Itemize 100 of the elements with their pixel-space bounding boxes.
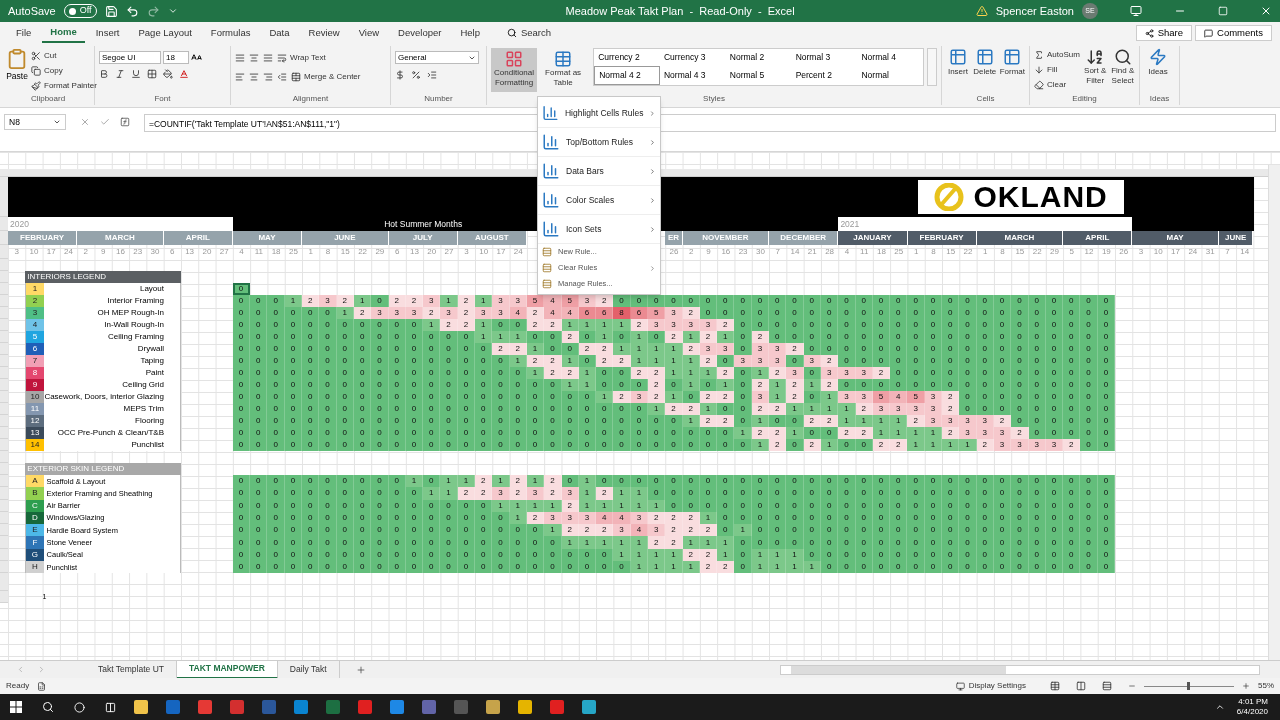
align-left-icon[interactable]	[235, 71, 245, 82]
editing-item[interactable]: Fill	[1034, 63, 1080, 76]
horizontal-scrollbar[interactable]	[780, 664, 1260, 675]
enter-icon[interactable]	[100, 117, 110, 127]
clipboard-item[interactable]: Copy	[31, 64, 97, 77]
cell-style[interactable]: Currency 3	[659, 49, 726, 66]
ribbon-tab[interactable]: Formulas	[202, 23, 259, 43]
align-bottom-icon[interactable]	[263, 52, 273, 63]
cells-button[interactable]: Delete	[972, 48, 997, 78]
ideas-button[interactable]: Ideas	[1144, 48, 1172, 78]
comments-button[interactable]: Comments	[1195, 25, 1272, 41]
cell-style[interactable]: Normal 4 3	[659, 66, 726, 85]
merge-button[interactable]: Merge & Center	[291, 70, 361, 83]
decimal-icon[interactable]	[427, 70, 437, 80]
cell-style[interactable]: Normal 5	[725, 66, 792, 85]
taskbar-app-icon[interactable]	[518, 700, 532, 714]
border-icon[interactable]	[147, 69, 157, 79]
name-box[interactable]: N8	[4, 114, 66, 130]
cell-style[interactable]: Normal 4	[857, 49, 924, 66]
vertical-scrollbar[interactable]	[1268, 165, 1280, 660]
editing-item[interactable]: AutoSum	[1034, 48, 1080, 61]
ribbon-tab[interactable]: Review	[300, 23, 348, 43]
currency-icon[interactable]	[395, 70, 405, 80]
font-size-icon[interactable]	[191, 52, 202, 63]
wrap-text-button[interactable]: Wrap Text	[277, 51, 326, 64]
style-button[interactable]: Format as Table	[540, 48, 587, 92]
font-size-field[interactable]: 18	[163, 51, 189, 64]
heatmap-cell: 0	[838, 355, 856, 367]
ribbon-display-icon[interactable]	[1130, 5, 1142, 17]
font-color-icon[interactable]	[179, 69, 189, 79]
restore-icon[interactable]	[1218, 6, 1228, 16]
clipboard-item[interactable]: Cut	[31, 49, 97, 62]
cell-style[interactable]: Normal	[857, 66, 924, 85]
italic-icon[interactable]	[115, 69, 125, 79]
ribbon-tab[interactable]: Insert	[87, 23, 128, 43]
editing-button[interactable]: Find & Select	[1110, 48, 1135, 86]
display-settings-button[interactable]: Display Settings	[955, 680, 1026, 692]
undo-icon[interactable]	[125, 4, 139, 18]
macro-icon[interactable]	[37, 681, 47, 691]
zoom-level[interactable]: 55%	[1258, 680, 1274, 692]
ribbon-tab[interactable]: Data	[261, 23, 298, 43]
cell-style[interactable]: Normal 3	[791, 49, 858, 66]
insert-function-icon[interactable]	[120, 117, 130, 127]
cortana-icon[interactable]	[74, 701, 85, 713]
cell-style[interactable]: Normal 2	[725, 49, 792, 66]
cell-style[interactable]: Normal 4 2	[594, 66, 660, 85]
menu-item[interactable]: Color Scales	[538, 186, 660, 215]
zoom-in-icon[interactable]	[1242, 682, 1250, 690]
align-middle-icon[interactable]	[249, 52, 259, 63]
menu-item[interactable]: Highlight Cells Rules	[538, 99, 660, 128]
fill-color-icon[interactable]	[163, 69, 173, 79]
close-icon[interactable]	[1260, 5, 1272, 17]
taskbar-app-icon[interactable]	[134, 700, 148, 714]
underline-icon[interactable]	[131, 69, 141, 79]
normal-view-icon[interactable]	[1050, 681, 1060, 691]
next-sheet-icon[interactable]	[37, 665, 46, 674]
paste-button[interactable]: Paste	[6, 48, 28, 83]
font-name-field[interactable]: Segoe UI	[99, 51, 161, 64]
number-format-field[interactable]: General	[395, 51, 479, 64]
ribbon-tab[interactable]: File	[8, 23, 40, 43]
zoom-slider[interactable]	[1144, 682, 1234, 690]
bold-icon[interactable]	[99, 69, 109, 79]
menu-item[interactable]: Top/Bottom Rules	[538, 128, 660, 157]
menu-item[interactable]: Icon Sets	[538, 215, 660, 244]
gallery-scrollbar[interactable]	[927, 48, 937, 86]
ribbon-tab[interactable]: Help	[452, 23, 488, 43]
save-icon[interactable]	[104, 4, 118, 18]
tray-icon[interactable]	[1214, 702, 1225, 712]
style-button[interactable]: Conditional Formatting	[491, 48, 538, 92]
align-top-icon[interactable]	[235, 52, 245, 63]
clipboard-item[interactable]: Format Painter	[31, 79, 97, 92]
ribbon-tab[interactable]: View	[350, 23, 388, 43]
taskbar-app-icon[interactable]	[582, 700, 596, 714]
cells-button[interactable]: Format	[999, 48, 1025, 78]
cancel-icon[interactable]	[80, 117, 90, 127]
customize-icon[interactable]	[167, 6, 178, 16]
align-right-icon[interactable]	[263, 71, 273, 82]
page-layout-icon[interactable]	[1076, 681, 1086, 691]
search-field[interactable]: Search	[520, 25, 581, 41]
add-sheet-icon[interactable]	[355, 664, 366, 675]
sheet-tab[interactable]: TAKT MANPOWER	[177, 660, 278, 679]
search-icon[interactable]	[42, 701, 54, 713]
cell-style[interactable]: Currency 2	[594, 49, 660, 66]
ribbon-tab[interactable]: Developer	[390, 23, 450, 43]
cells-button[interactable]: Insert	[946, 48, 970, 78]
editing-button[interactable]: Sort & Filter	[1082, 48, 1108, 86]
taskbar-app-icon[interactable]	[486, 700, 500, 714]
share-button[interactable]: Share	[1135, 25, 1193, 41]
page-break-icon[interactable]	[1102, 681, 1112, 691]
zoom-out-icon[interactable]	[1128, 682, 1136, 690]
percent-icon[interactable]	[411, 70, 421, 80]
editing-item[interactable]: Clear	[1034, 78, 1080, 91]
indent-icon[interactable]	[277, 71, 287, 82]
cell-style[interactable]: Percent 2	[791, 66, 858, 85]
menu-item[interactable]: Data Bars	[538, 157, 660, 186]
ribbon-tab[interactable]: Page Layout	[130, 23, 200, 43]
task-view-icon[interactable]	[105, 701, 116, 713]
previous-sheet-icon[interactable]	[16, 665, 25, 674]
align-center-icon[interactable]	[249, 71, 259, 82]
windows-logo-icon[interactable]	[10, 701, 22, 713]
